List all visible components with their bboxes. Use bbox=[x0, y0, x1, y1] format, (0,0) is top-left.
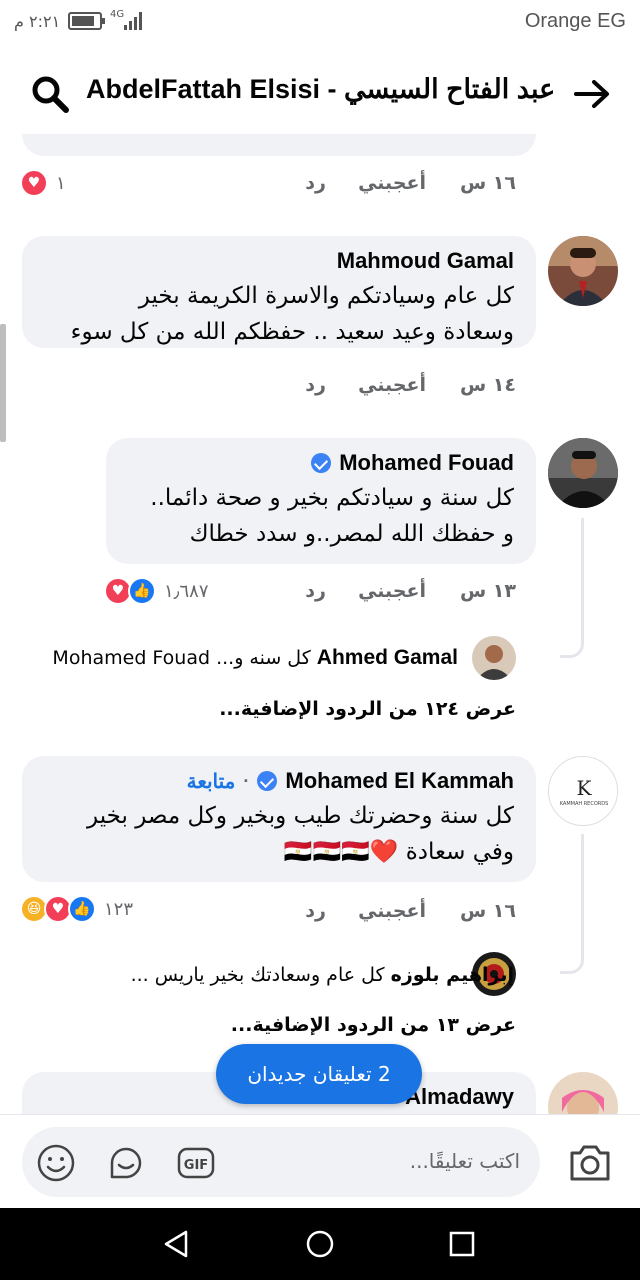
reply-author[interactable]: Ahmed Gamal bbox=[317, 646, 458, 669]
like-reaction-icon: 👍 bbox=[68, 895, 96, 923]
comment-input-placeholder: اكتب تعليقًا... bbox=[409, 1149, 520, 1173]
back-nav-icon[interactable] bbox=[160, 1228, 192, 1260]
love-reaction-icon: ♥ bbox=[20, 169, 48, 197]
reply-button[interactable]: رد bbox=[305, 374, 326, 396]
separator-dot: · bbox=[243, 770, 250, 791]
like-button[interactable]: أعجبني bbox=[358, 374, 426, 396]
verified-badge-icon bbox=[257, 771, 278, 791]
camera-icon[interactable] bbox=[566, 1139, 614, 1187]
reply-preview[interactable]: Ahmed Gamal كل سنه و... Mohamed Fouad bbox=[52, 646, 458, 670]
reply-preview[interactable]: إبراهيم بلوزه كل عام وسعادتك بخير ياريس … bbox=[131, 964, 514, 986]
reply-author[interactable]: إبراهيم بلوزه bbox=[391, 964, 514, 986]
comment-author[interactable]: Almadawy bbox=[405, 1084, 514, 1110]
comment-text-line: كل سنة وحضرتك طيب وبخير وكل مصر بخير bbox=[87, 803, 514, 829]
comment-composer: اكتب تعليقًا... GIF bbox=[0, 1114, 640, 1208]
reaction-summary[interactable]: 😆 ♥ 👍 ١٢٣ bbox=[20, 894, 133, 924]
reaction-count: ١ bbox=[56, 172, 66, 194]
view-more-replies-link[interactable]: عرض ١٣ من الردود الإضافية... bbox=[231, 1014, 516, 1036]
comment-actions: ١٣ س أعجبني رد bbox=[230, 580, 516, 606]
comment-actions: ١٦ س أعجبني رد bbox=[230, 172, 516, 198]
reply-text: كل عام وسعادتك بخير ياريس ... bbox=[130, 964, 385, 986]
comment-age: ١٦ س bbox=[459, 900, 516, 922]
verified-badge-icon bbox=[311, 453, 332, 473]
avatar[interactable] bbox=[548, 438, 618, 508]
comments-feed[interactable]: ١٦ س أعجبني رد ♥ ١ Mahmoud Gamal كل عام … bbox=[0, 134, 640, 1114]
home-nav-icon[interactable] bbox=[304, 1228, 336, 1260]
svg-text:GIF: GIF bbox=[184, 1158, 208, 1173]
comment-author-row: Mohamed El Kammah · متابعة bbox=[44, 768, 514, 794]
system-navigation-bar bbox=[0, 1208, 640, 1280]
gif-icon[interactable]: GIF bbox=[176, 1143, 216, 1183]
comment-age: ١٤ س bbox=[459, 374, 516, 396]
emoji-icon[interactable] bbox=[36, 1143, 76, 1183]
page-title: AbdelFattah Elsisi - عبد الفتاح السيسي bbox=[86, 74, 556, 104]
avatar[interactable] bbox=[472, 636, 516, 680]
search-icon[interactable] bbox=[30, 74, 70, 114]
view-more-replies-link[interactable]: عرض ١٢٤ من الردود الإضافية... bbox=[219, 698, 516, 720]
reaction-summary[interactable]: ♥ ١ bbox=[20, 168, 66, 198]
comment-actions: ١٦ س أعجبني رد bbox=[230, 900, 516, 926]
network-type: 4G bbox=[110, 9, 125, 20]
thread-connector bbox=[560, 834, 584, 974]
like-button[interactable]: أعجبني bbox=[358, 580, 426, 602]
new-comments-button[interactable]: 2 تعليقان جديدان bbox=[216, 1044, 422, 1104]
avatar[interactable] bbox=[548, 1072, 618, 1114]
comment-input[interactable]: اكتب تعليقًا... GIF bbox=[22, 1127, 540, 1197]
svg-text:KAMMAH RECORDS: KAMMAH RECORDS bbox=[560, 801, 609, 807]
comment-bubble: Mohamed Fouad كل سنة و سيادتكم بخير و صح… bbox=[106, 438, 536, 564]
reply-button[interactable]: رد bbox=[305, 900, 326, 922]
thread-connector bbox=[560, 518, 584, 658]
recents-nav-icon[interactable] bbox=[446, 1228, 478, 1260]
comment-age: ١٦ س bbox=[459, 172, 516, 194]
comment-text-line: كل عام وسيادتكم والاسرة الكريمة بخير bbox=[138, 283, 514, 309]
comment-text-line: كل سنة و سيادتكم بخير و صحة دائما.. bbox=[150, 485, 514, 511]
comment-age: ١٣ س bbox=[459, 580, 516, 602]
battery-icon bbox=[68, 12, 105, 30]
comment-author-row: Mohamed Fouad bbox=[128, 450, 514, 476]
carrier-name: Orange EG bbox=[524, 10, 626, 32]
svg-text:K: K bbox=[577, 776, 593, 800]
reply-text: كل سنه و... Mohamed Fouad bbox=[52, 647, 311, 669]
status-time: ٢:٢١ م bbox=[14, 12, 61, 31]
like-reaction-icon: 👍 bbox=[128, 577, 156, 605]
comment-actions: ١٤ س أعجبني رد bbox=[230, 374, 516, 400]
like-button[interactable]: أعجبني bbox=[358, 900, 426, 922]
sticker-icon[interactable] bbox=[106, 1143, 146, 1183]
avatar[interactable]: K KAMMAH RECORDS bbox=[548, 756, 618, 826]
follow-button[interactable]: متابعة bbox=[187, 769, 236, 794]
reply-button[interactable]: رد bbox=[305, 580, 326, 602]
comment-author[interactable]: Mohamed Fouad bbox=[339, 450, 514, 476]
back-arrow-icon[interactable] bbox=[572, 74, 612, 114]
comment-author[interactable]: Mohamed El Kammah bbox=[285, 768, 514, 794]
comment-bubble: Mohamed El Kammah · متابعة كل سنة وحضرتك… bbox=[22, 756, 536, 882]
status-bar: ٢:٢١ م 4G Orange EG bbox=[0, 0, 640, 44]
comment-text-line: و حفظك الله لمصر..و سدد خطاك bbox=[189, 521, 514, 547]
comment-text-line: وسعادة وعيد سعيد .. حفظكم الله من كل سوء bbox=[70, 319, 514, 345]
reaction-count: ١٫٦٨٧ bbox=[164, 580, 209, 602]
reply-button[interactable]: رد bbox=[305, 172, 326, 194]
app-header: AbdelFattah Elsisi - عبد الفتاح السيسي bbox=[0, 44, 640, 134]
scrollbar[interactable] bbox=[0, 324, 6, 442]
avatar[interactable] bbox=[548, 236, 618, 306]
like-button[interactable]: أعجبني bbox=[358, 172, 426, 194]
comment-text-line: وفي سعادة ❤️🇪🇬🇪🇬🇪🇬 bbox=[283, 839, 514, 865]
comment-bubble: Mahmoud Gamal كل عام وسيادتكم والاسرة ال… bbox=[22, 236, 536, 348]
comment-bubble-partial bbox=[22, 134, 536, 156]
reaction-count: ١٢٣ bbox=[104, 898, 134, 920]
signal-icon bbox=[124, 12, 142, 30]
comment-author[interactable]: Mahmoud Gamal bbox=[44, 248, 514, 274]
reaction-summary[interactable]: ♥ 👍 ١٫٦٨٧ bbox=[104, 576, 209, 606]
